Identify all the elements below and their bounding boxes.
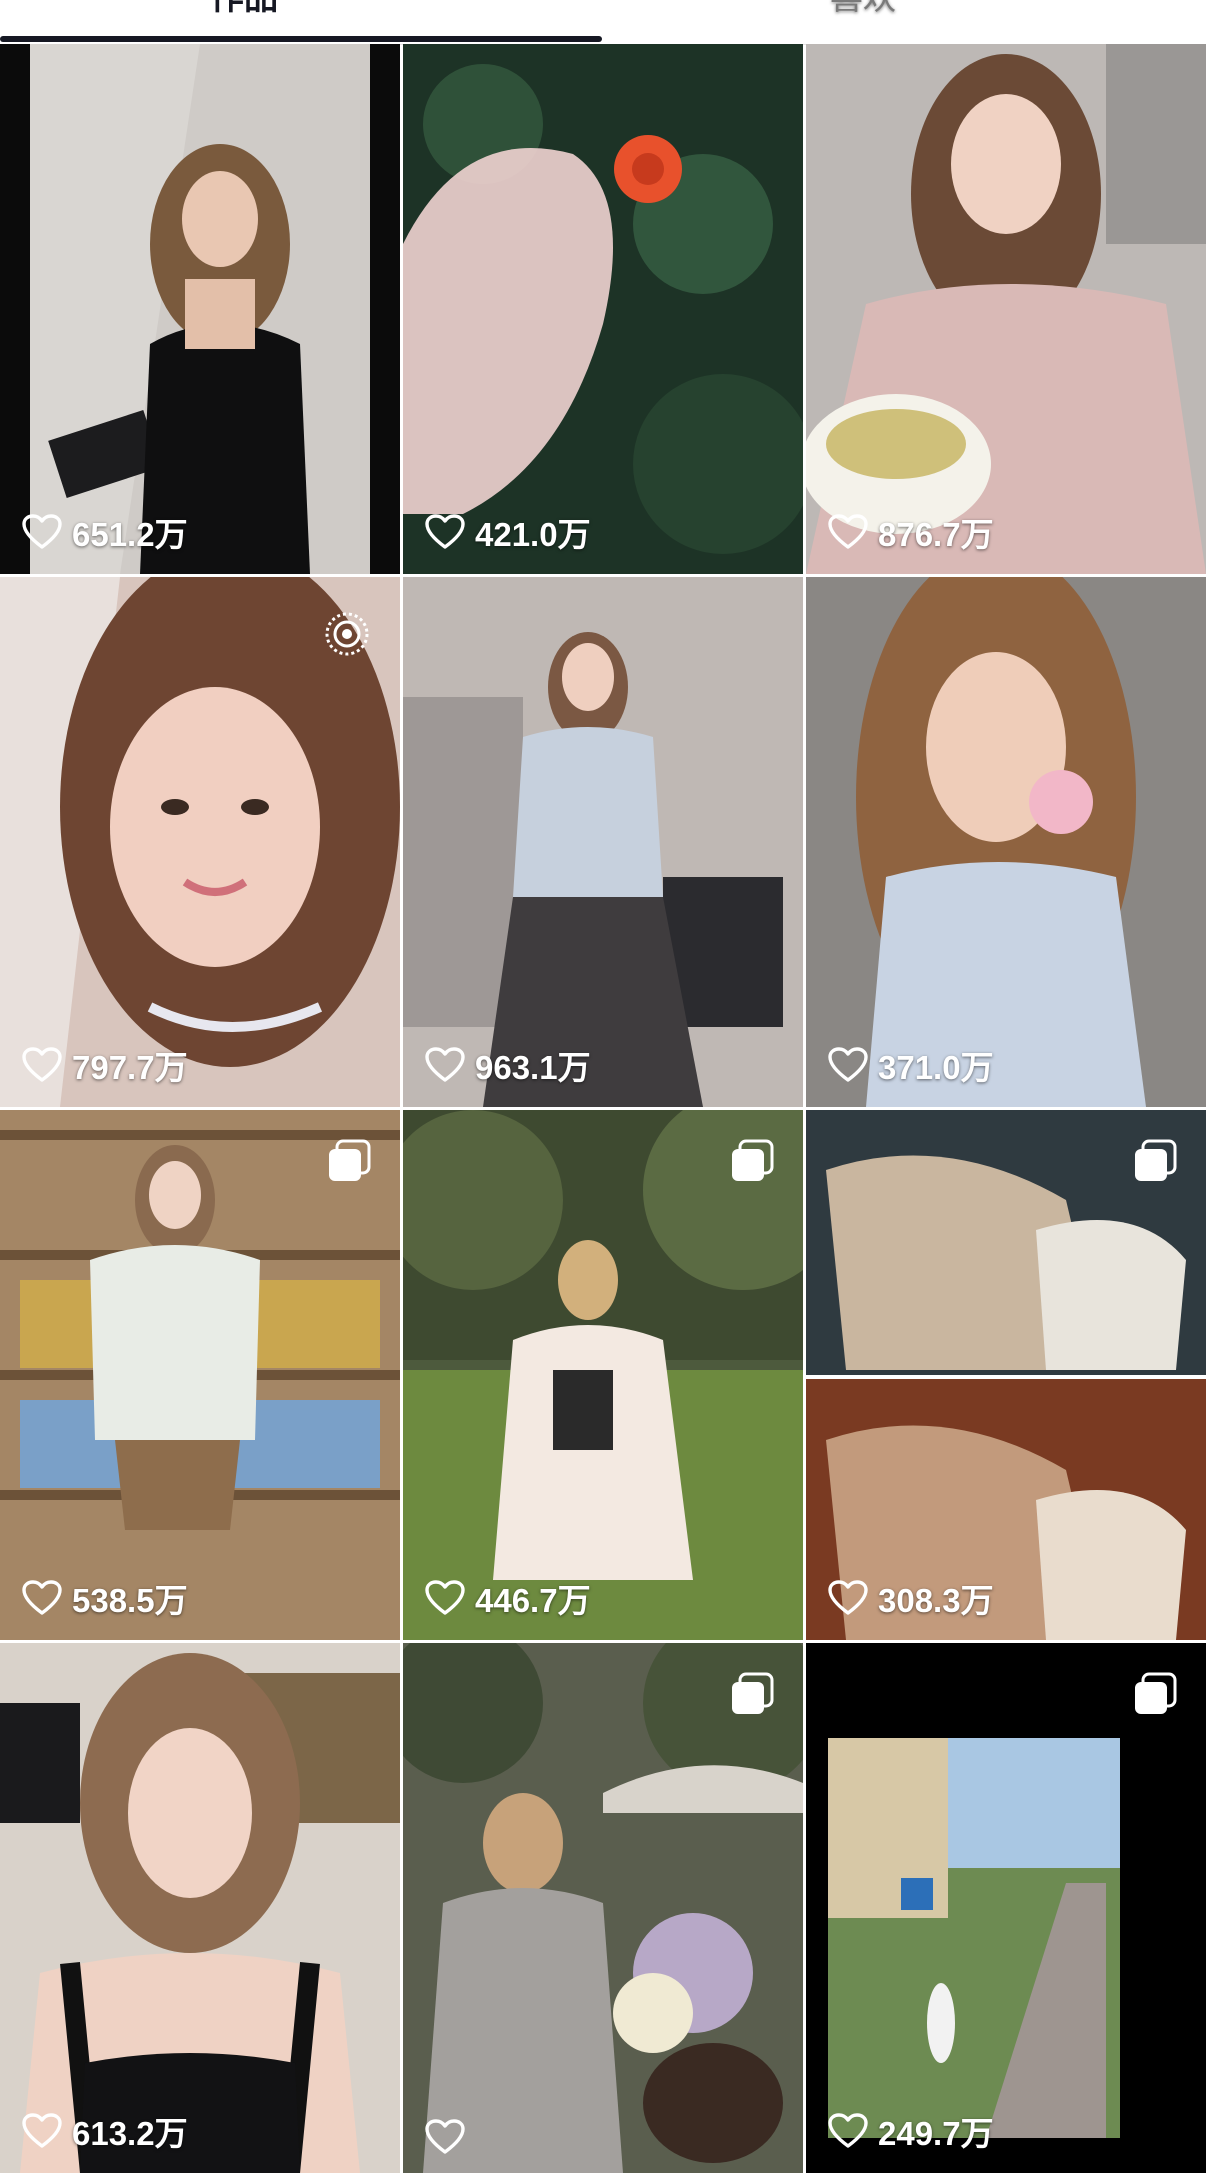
profile-tab-bar: 作品 喜欢: [0, 0, 1206, 45]
video-thumbnail: [806, 44, 1206, 574]
like-count-text: 446.7万: [475, 1582, 591, 1619]
video-thumbnail: [806, 1110, 1206, 1640]
heart-icon: [425, 2119, 465, 2154]
heart-icon: [22, 1047, 62, 1082]
video-card[interactable]: [403, 1643, 803, 2173]
video-thumbnail: [0, 1643, 400, 2173]
tab-likes[interactable]: 喜欢: [830, 0, 896, 18]
heart-icon: [828, 2113, 868, 2148]
heart-icon: [425, 514, 465, 549]
video-card[interactable]: 963.1万: [403, 577, 803, 1107]
like-count: 797.7万: [22, 1041, 188, 1089]
like-count-text: 797.7万: [72, 1049, 188, 1086]
video-card[interactable]: 308.3万: [806, 1110, 1206, 1640]
video-card[interactable]: 651.2万: [0, 44, 400, 574]
video-thumbnail: [0, 44, 400, 574]
heart-icon: [828, 1047, 868, 1082]
video-card[interactable]: 371.0万: [806, 577, 1206, 1107]
active-tab-indicator: [0, 36, 602, 42]
video-card[interactable]: 797.7万: [0, 577, 400, 1107]
like-count-text: 613.2万: [72, 2115, 188, 2152]
live-photo-icon: [325, 612, 369, 656]
heart-icon: [828, 514, 868, 549]
video-card[interactable]: 446.7万: [403, 1110, 803, 1640]
like-count: 421.0万: [425, 508, 591, 556]
video-thumbnail: [403, 1643, 803, 2173]
like-count-text: 421.0万: [475, 516, 591, 553]
like-count: 613.2万: [22, 2107, 188, 2155]
gallery-icon: [329, 1139, 371, 1181]
like-count-text: 538.5万: [72, 1582, 188, 1619]
like-count-text: 249.7万: [878, 2115, 994, 2152]
like-count: [425, 2119, 475, 2155]
video-grid: 651.2万 421.0万 876.7万 797.7万 963.1万 371.0…: [0, 44, 1206, 2173]
heart-icon: [828, 1580, 868, 1615]
like-count-text: 963.1万: [475, 1049, 591, 1086]
video-card[interactable]: 421.0万: [403, 44, 803, 574]
video-card[interactable]: 538.5万: [0, 1110, 400, 1640]
video-card[interactable]: 249.7万: [806, 1643, 1206, 2173]
heart-icon: [425, 1580, 465, 1615]
gallery-icon: [1135, 1139, 1177, 1181]
heart-icon: [22, 1580, 62, 1615]
video-thumbnail: [403, 577, 803, 1107]
gallery-icon: [1135, 1672, 1177, 1714]
like-count: 446.7万: [425, 1574, 591, 1622]
video-thumbnail: [403, 44, 803, 574]
heart-icon: [22, 2113, 62, 2148]
like-count-text: 651.2万: [72, 516, 188, 553]
like-count: 651.2万: [22, 508, 188, 556]
like-count-text: 308.3万: [878, 1582, 994, 1619]
video-thumbnail: [806, 577, 1206, 1107]
tab-works[interactable]: 作品: [210, 0, 278, 18]
like-count: 876.7万: [828, 508, 994, 556]
heart-icon: [22, 514, 62, 549]
video-card[interactable]: 613.2万: [0, 1643, 400, 2173]
like-count-text: 876.7万: [878, 516, 994, 553]
video-thumbnail: [806, 1643, 1206, 2173]
video-thumbnail: [0, 1110, 400, 1640]
video-thumbnail: [403, 1110, 803, 1640]
like-count: 963.1万: [425, 1041, 591, 1089]
gallery-icon: [732, 1672, 774, 1714]
heart-icon: [425, 1047, 465, 1082]
like-count: 371.0万: [828, 1041, 994, 1089]
gallery-icon: [732, 1139, 774, 1181]
like-count: 308.3万: [828, 1574, 994, 1622]
like-count: 249.7万: [828, 2107, 994, 2155]
like-count-text: 371.0万: [878, 1049, 994, 1086]
video-card[interactable]: 876.7万: [806, 44, 1206, 574]
like-count: 538.5万: [22, 1574, 188, 1622]
